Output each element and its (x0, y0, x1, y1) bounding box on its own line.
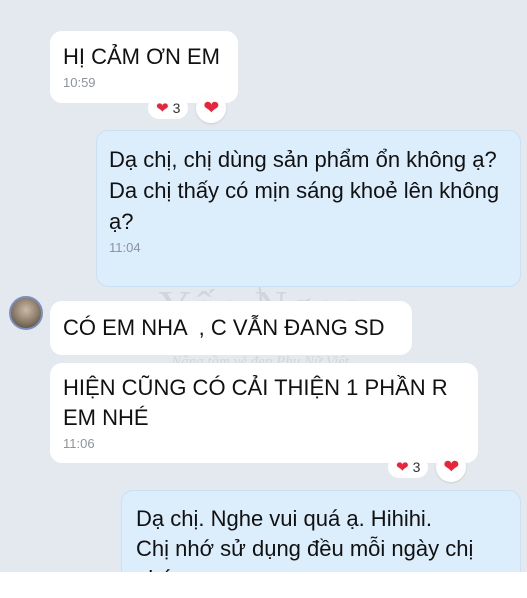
incoming-message-bubble[interactable]: CÓ EM NHA , C VẪN ĐANG SD (50, 301, 412, 355)
heart-icon: ❤ (443, 456, 460, 478)
message-text: CÓ EM NHA , C VẪN ĐANG SD (63, 315, 385, 340)
message-time: 11:06 (63, 436, 95, 451)
reaction-count: 3 (172, 100, 181, 116)
heart-icon: ❤ (156, 100, 169, 117)
bottom-strip (0, 572, 527, 598)
message-text: Dạ chị, chị dùng sản phẩm ổn không ạ? Da… (109, 147, 500, 234)
heart-icon: ❤ (203, 97, 220, 119)
reaction-count-badge[interactable]: ❤ 3 (388, 456, 429, 478)
message-text: HIỆN CŨNG CÓ CẢI THIỆN 1 PHẦN R EM NHÉ (63, 375, 454, 430)
sender-avatar[interactable] (9, 296, 43, 330)
outgoing-message-bubble[interactable]: Dạ chị. Nghe vui quá ạ. Hihihi. Chị nhớ … (121, 490, 521, 572)
reaction-count-badge[interactable]: ❤ 3 (148, 97, 189, 119)
message-time: 10:59 (63, 75, 96, 90)
incoming-message-bubble[interactable]: HIỆN CŨNG CÓ CẢI THIỆN 1 PHẦN R EM NHÉ 1… (50, 363, 478, 463)
react-heart-button[interactable]: ❤ (196, 93, 227, 123)
message-text: HỊ CẢM ƠN EM (63, 44, 220, 69)
react-heart-button[interactable]: ❤ (436, 452, 467, 482)
message-text: Dạ chị. Nghe vui quá ạ. Hihihi. Chị nhớ … (136, 506, 474, 572)
chat-area[interactable]: Yến Ngọc BEAUTY Nâng tầm vẻ đẹp Phụ Nữ V… (0, 0, 527, 572)
outgoing-message-bubble[interactable]: Dạ chị, chị dùng sản phẩm ổn không ạ? Da… (96, 130, 521, 287)
heart-icon: ❤ (396, 459, 409, 476)
message-time: 11:04 (109, 240, 141, 255)
reaction-bar: ❤ 3 ❤ (388, 452, 467, 482)
reaction-bar: ❤ 3 ❤ (148, 93, 227, 123)
reaction-count: 3 (412, 459, 421, 475)
